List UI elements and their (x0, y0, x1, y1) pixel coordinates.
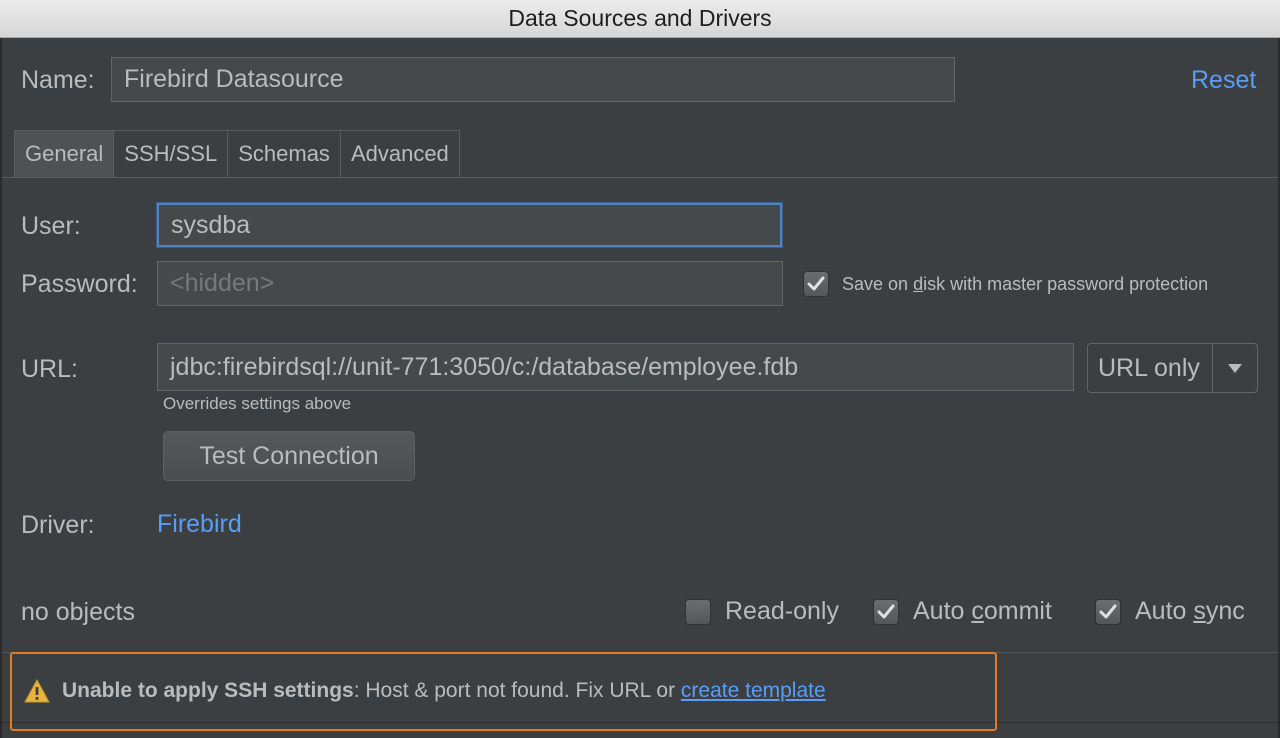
read-only-label: Read-only (725, 597, 839, 625)
tab-bar: General SSH/SSL Schemas Advanced (14, 130, 460, 177)
driver-label: Driver: (21, 511, 95, 539)
save-password-label: Save on disk with master password protec… (842, 274, 1209, 294)
checkmark-icon (807, 276, 825, 291)
checkmark-icon (877, 604, 895, 619)
checkmark-icon (1099, 604, 1117, 619)
warning-banner: Unable to apply SSH settings: Host & por… (12, 656, 993, 726)
url-mode-value: URL only (1098, 353, 1200, 382)
save-password-checkbox[interactable] (803, 271, 829, 297)
user-input[interactable]: sysdba (157, 203, 782, 247)
warning-title: Unable to apply SSH settings (62, 679, 354, 702)
name-input-value: Firebird Datasource (124, 65, 344, 93)
window-border-left (0, 38, 2, 738)
reset-link[interactable]: Reset (1191, 66, 1256, 95)
driver-link[interactable]: Firebird (157, 510, 242, 539)
user-input-value: sysdba (171, 210, 251, 239)
objects-status: no objects (21, 598, 135, 626)
test-connection-button[interactable]: Test Connection (163, 431, 415, 481)
auto-commit-label: Auto commit (913, 597, 1052, 625)
chevron-down-icon[interactable] (1213, 362, 1257, 374)
auto-sync-label: Auto sync (1135, 597, 1245, 625)
tab-divider (2, 177, 1278, 178)
tab-ssh-ssl[interactable]: SSH/SSL (113, 130, 229, 177)
name-label: Name: (21, 66, 95, 94)
create-template-link[interactable]: create template (681, 679, 826, 702)
tab-schemas[interactable]: Schemas (227, 130, 341, 177)
read-only-checkbox[interactable] (685, 599, 711, 625)
window-titlebar: Data Sources and Drivers (0, 0, 1280, 38)
url-label: URL: (21, 355, 78, 383)
password-input[interactable]: <hidden> (157, 261, 783, 306)
warning-message: Unable to apply SSH settings: Host & por… (62, 679, 826, 703)
url-mode-dropdown[interactable]: URL only (1087, 343, 1258, 393)
name-input[interactable]: Firebird Datasource (111, 57, 955, 102)
warning-triangle-icon (24, 679, 50, 703)
warning-detail: : Host & port not found. Fix URL or (353, 679, 681, 702)
tab-general[interactable]: General (14, 130, 115, 177)
url-input[interactable]: jdbc:firebirdsql://unit-771:3050/c:/data… (157, 343, 1074, 391)
auto-commit-checkbox[interactable] (873, 599, 899, 625)
url-input-value: jdbc:firebirdsql://unit-771:3050/c:/data… (170, 352, 799, 381)
tab-advanced[interactable]: Advanced (339, 130, 460, 177)
window-title: Data Sources and Drivers (508, 5, 772, 31)
password-label: Password: (21, 270, 138, 298)
user-label: User: (21, 212, 81, 240)
url-hint: Overrides settings above (163, 394, 352, 413)
password-placeholder: <hidden> (170, 269, 275, 297)
auto-sync-checkbox[interactable] (1095, 599, 1121, 625)
